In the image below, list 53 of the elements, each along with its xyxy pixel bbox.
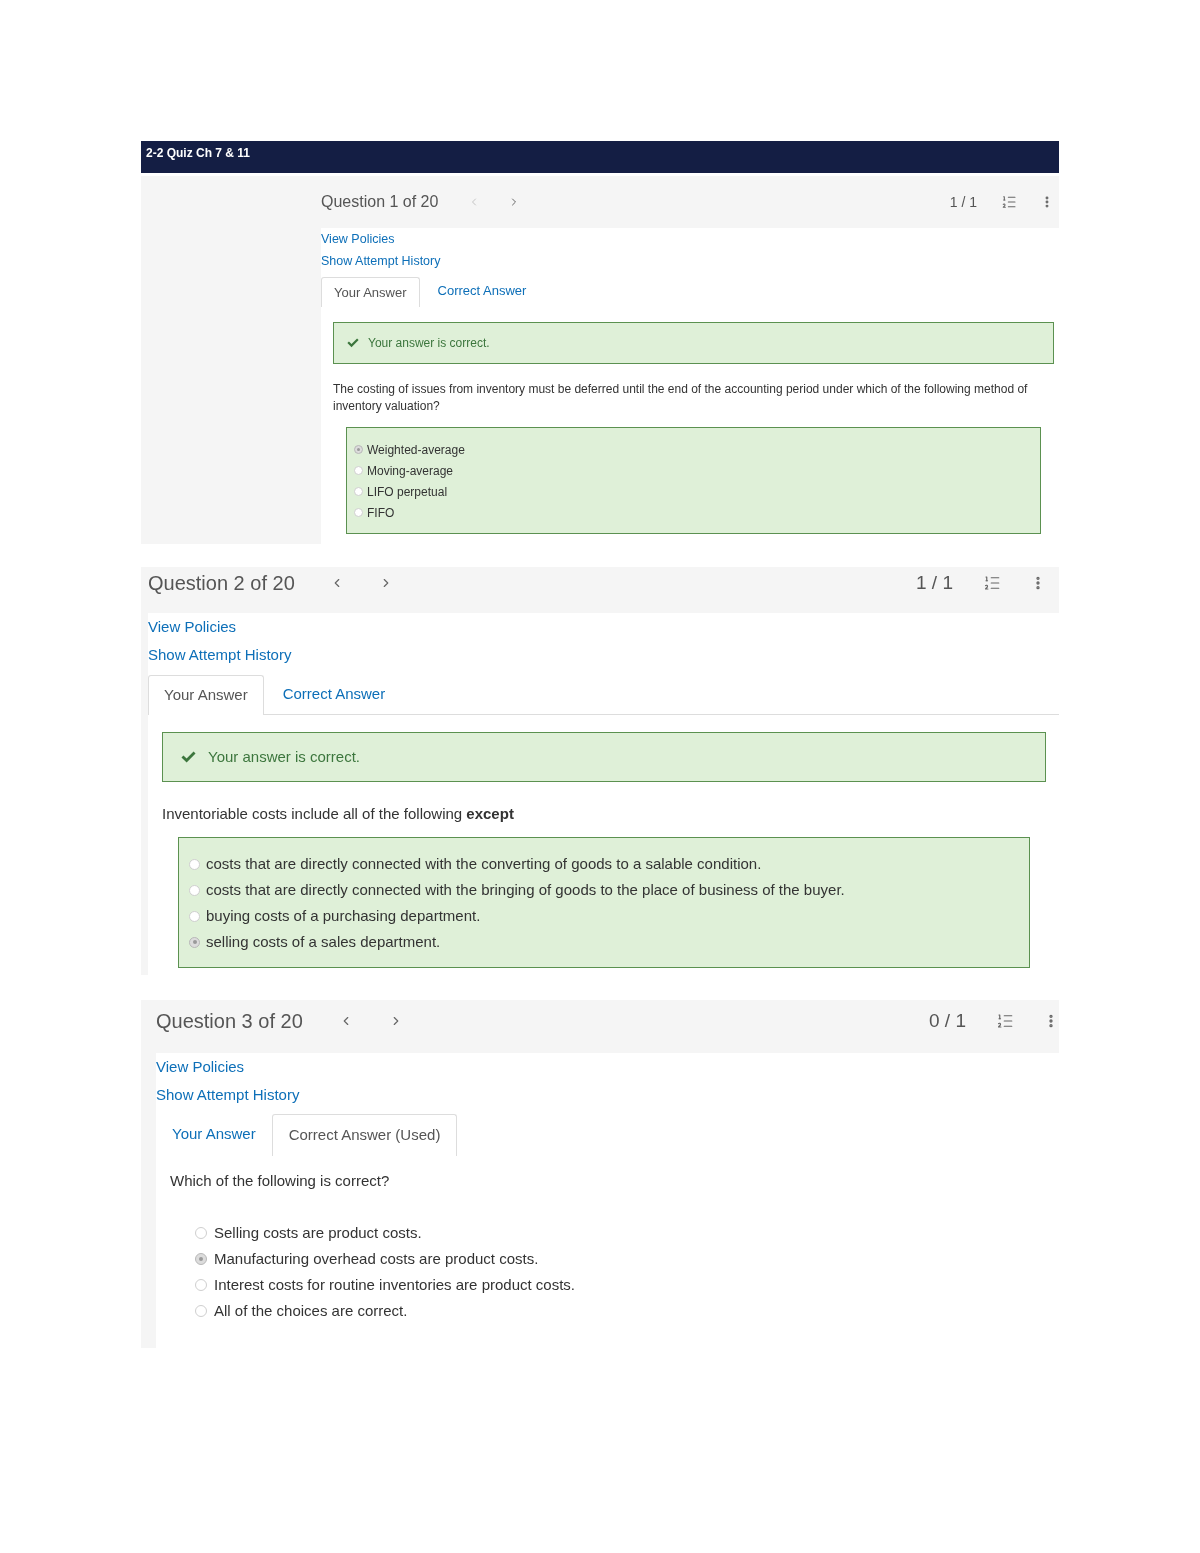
answer-tab[interactable]: Your Answer	[148, 675, 264, 715]
option-label: selling costs of a sales department.	[206, 931, 441, 952]
radio-button[interactable]	[189, 884, 200, 896]
question-title: Question 3 of 20	[156, 1010, 303, 1032]
question-title: Question 1 of 20	[321, 192, 439, 212]
answer-tab[interactable]: Correct Answer	[419, 276, 545, 306]
option-label: Weighted-average	[367, 441, 465, 459]
question-score: 1 / 1	[949, 192, 977, 212]
option-label: costs that are directly connected with the bringing of goods to the place of business of the buyer.	[206, 879, 845, 900]
radio-button[interactable]	[195, 1253, 207, 1265]
view-policies-link[interactable]: View Policies	[148, 613, 237, 641]
question-text: Inventoriable costs include all of the following except	[162, 804, 515, 824]
view-policies-link[interactable]: View Policies	[321, 228, 395, 250]
numbered-list-icon	[983, 574, 1001, 592]
answer-tab[interactable]: Correct Answer	[263, 674, 405, 714]
feedback-text: Your answer is correct.	[368, 335, 490, 352]
option-label: Interest costs for routine inventories are product costs.	[214, 1274, 575, 1295]
radio-button[interactable]	[189, 910, 200, 922]
question-score: 1 / 1	[916, 572, 953, 594]
question-text: The costing of issues from inventory must be deferred until the end of the accounting period under which of the following method of inventory valuation?	[333, 381, 1029, 415]
option-label: All of the choices are correct.	[214, 1300, 408, 1321]
option-label: buying costs of a purchasing department.	[206, 905, 481, 926]
quiz-title: 2-2 Quiz Ch 7 & 11	[146, 145, 251, 162]
numbered-list-icon	[1001, 194, 1017, 210]
option-label: LIFO perpetual	[367, 483, 448, 501]
question-title: Question 2 of 20	[148, 572, 295, 594]
answer-tab[interactable]: Correct Answer (Used)	[271, 1114, 458, 1156]
checkmark-icon	[347, 338, 359, 348]
checkmark-icon	[181, 751, 196, 763]
view-policies-link[interactable]: View Policies	[156, 1053, 245, 1081]
option-label: costs that are directly connected with the converting of goods to a salable condition.	[206, 853, 762, 874]
radio-button[interactable]	[354, 445, 363, 454]
feedback-text: Your answer is correct.	[208, 746, 360, 767]
question-score: 0 / 1	[929, 1010, 966, 1032]
question-text: Which of the following is correct?	[170, 1171, 391, 1191]
answer-tab[interactable]: Your Answer	[321, 277, 420, 307]
answer-tab[interactable]: Your Answer	[156, 1113, 272, 1155]
radio-button[interactable]	[354, 466, 363, 475]
option-label: FIFO	[367, 504, 395, 522]
attempt-history-link[interactable]: Show Attempt History	[148, 641, 292, 669]
attempt-history-link[interactable]: Show Attempt History	[156, 1081, 300, 1109]
radio-button[interactable]	[354, 487, 363, 496]
option-label: Moving-average	[367, 462, 454, 480]
attempt-history-link[interactable]: Show Attempt History	[321, 250, 441, 272]
radio-button[interactable]	[354, 508, 363, 517]
numbered-list-icon	[996, 1012, 1014, 1030]
radio-button[interactable]	[195, 1279, 207, 1291]
radio-button[interactable]	[195, 1227, 207, 1239]
option-label: Selling costs are product costs.	[214, 1222, 422, 1243]
radio-button[interactable]	[195, 1305, 207, 1317]
radio-button[interactable]	[189, 936, 200, 948]
radio-button[interactable]	[189, 858, 200, 870]
option-label: Manufacturing overhead costs are product costs.	[214, 1248, 539, 1269]
